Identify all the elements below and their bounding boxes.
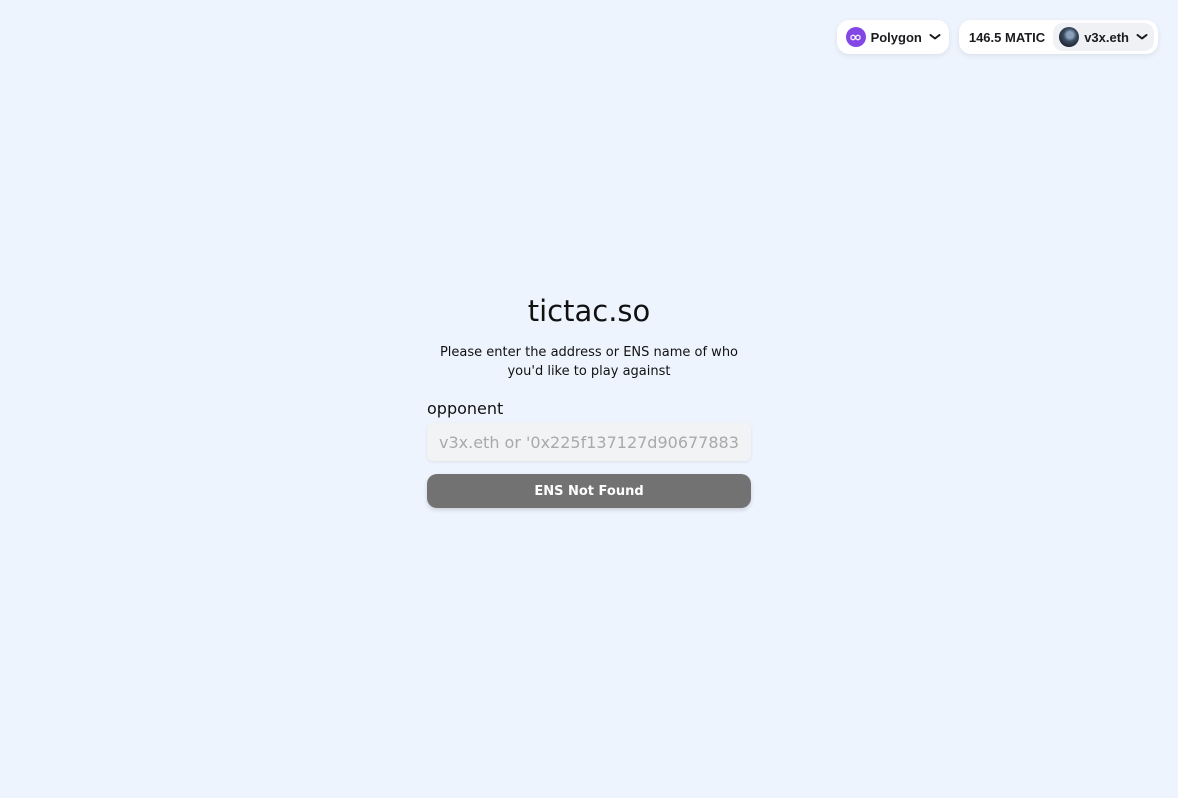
submit-button[interactable]: ENS Not Found xyxy=(427,474,751,508)
wallet-controls: Polygon 146.5 MATIC v3x.eth xyxy=(836,20,1158,54)
instructions-text: Please enter the address or ENS name of … xyxy=(439,345,739,379)
opponent-input[interactable] xyxy=(427,423,751,461)
balance-display: 146.5 MATIC xyxy=(968,29,1046,45)
play-form: tictac.so Please enter the address or EN… xyxy=(427,290,751,508)
network-name: Polygon xyxy=(870,29,922,45)
avatar-icon xyxy=(1059,27,1080,47)
polygon-icon xyxy=(845,27,866,47)
account-chip[interactable]: v3x.eth xyxy=(1053,23,1154,51)
account-button[interactable]: 146.5 MATIC v3x.eth xyxy=(958,20,1158,54)
page-title: tictac.so xyxy=(527,294,651,328)
opponent-label: opponent xyxy=(427,399,504,418)
account-name: v3x.eth xyxy=(1084,29,1129,45)
network-selector[interactable]: Polygon xyxy=(836,20,949,54)
chevron-down-icon xyxy=(929,33,941,41)
chevron-down-icon xyxy=(1136,33,1148,41)
